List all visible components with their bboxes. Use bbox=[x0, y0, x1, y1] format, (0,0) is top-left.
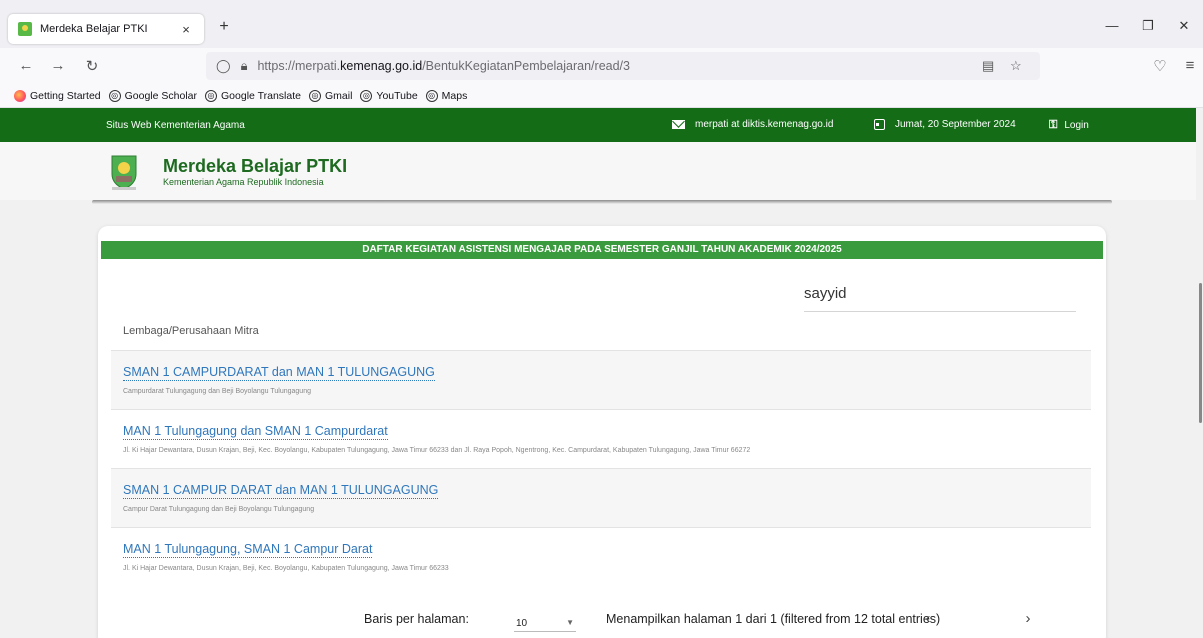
bookmarks-toolbar: Getting Started ◎ Google Scholar ◎ Google … bbox=[0, 84, 1203, 108]
new-tab-button[interactable]: + bbox=[214, 18, 234, 36]
address-bar[interactable]: ◯ 🔒︎ https://merpati.kemenag.go.id/Bentu… bbox=[206, 52, 1040, 80]
shield-icon[interactable]: ◯ bbox=[216, 58, 231, 74]
dropdown-caret-icon: ▼ bbox=[566, 618, 574, 627]
kemenag-logo[interactable] bbox=[104, 152, 144, 192]
mail-icon bbox=[672, 120, 685, 129]
rows-per-page-select[interactable]: 10 ▼ bbox=[514, 616, 576, 632]
globe-icon: ◎ bbox=[108, 89, 121, 102]
reload-icon[interactable]: ↻ bbox=[82, 57, 102, 75]
pocket-icon[interactable]: ♡ bbox=[1150, 57, 1170, 75]
bookmark-gmail[interactable]: ◎ Gmail bbox=[308, 89, 352, 102]
web-page: Situs Web Kementerian Agama merpati at d… bbox=[0, 108, 1203, 638]
partner-link[interactable]: MAN 1 Tulungagung dan SMAN 1 Campurdarat bbox=[123, 424, 388, 440]
table-row[interactable]: SMAN 1 CAMPURDARAT dan MAN 1 TULUNGAGUNG… bbox=[111, 350, 1091, 409]
column-header-partner[interactable]: Lembaga/Perusahaan Mitra bbox=[123, 325, 259, 337]
browser-tab-bar: Merdeka Belajar PTKI × + — ❐ ✕ bbox=[0, 0, 1203, 48]
bookmark-getting-started[interactable]: Getting Started bbox=[14, 89, 101, 102]
calendar-icon bbox=[874, 119, 885, 130]
site-top-bar: Situs Web Kementerian Agama merpati at d… bbox=[0, 108, 1203, 142]
globe-icon: ◎ bbox=[360, 89, 373, 102]
partner-link[interactable]: MAN 1 Tulungagung, SMAN 1 Campur Darat bbox=[123, 542, 373, 558]
partner-link[interactable]: SMAN 1 CAMPURDARAT dan MAN 1 TULUNGAGUNG bbox=[123, 365, 435, 381]
partner-address: Jl. Ki Hajar Dewantara, Dusun Krajan, Be… bbox=[123, 565, 449, 572]
page-scrollbar[interactable] bbox=[1196, 108, 1203, 638]
globe-icon: ◎ bbox=[425, 89, 438, 102]
pagination-info: Menampilkan halaman 1 dari 1 (filtered f… bbox=[606, 612, 941, 626]
site-header: Merdeka Belajar PTKI Kementerian Agama R… bbox=[0, 142, 1203, 200]
table-row[interactable]: SMAN 1 CAMPUR DARAT dan MAN 1 TULUNGAGUN… bbox=[111, 468, 1091, 527]
tab-close-icon[interactable]: × bbox=[178, 22, 194, 37]
bookmark-google-scholar[interactable]: ◎ Google Scholar bbox=[108, 89, 197, 102]
rows-per-page-label: Baris per halaman: bbox=[364, 612, 469, 626]
forward-arrow-icon[interactable]: → bbox=[48, 57, 68, 74]
next-page-icon[interactable]: › bbox=[1018, 610, 1038, 627]
search-underline bbox=[804, 311, 1076, 312]
firefox-icon bbox=[14, 89, 26, 102]
header-shadow bbox=[92, 200, 1112, 204]
back-arrow-icon[interactable]: ← bbox=[16, 57, 36, 74]
key-icon: ⚿ bbox=[1049, 119, 1058, 131]
menu-icon[interactable]: ≡ bbox=[1180, 57, 1200, 74]
site-label[interactable]: Situs Web Kementerian Agama bbox=[106, 120, 245, 131]
bookmark-maps[interactable]: ◎ Maps bbox=[425, 89, 467, 102]
previous-page-icon[interactable]: ‹ bbox=[918, 610, 938, 627]
rows-per-page-value: 10 bbox=[516, 618, 528, 629]
login-link[interactable]: ⚿ Login bbox=[1049, 119, 1089, 132]
partner-address: Campur Darat Tulungagung dan Beji Boyola… bbox=[123, 506, 315, 513]
reader-view-icon[interactable]: ▤ bbox=[982, 58, 994, 74]
card-heading: DAFTAR KEGIATAN ASISTENSI MENGAJAR PADA … bbox=[101, 241, 1103, 259]
scrollbar-thumb[interactable] bbox=[1199, 283, 1202, 423]
site-subtitle: Kementerian Agama Republik Indonesia bbox=[163, 177, 324, 187]
close-window-icon[interactable]: ✕ bbox=[1172, 18, 1196, 34]
site-favicon-icon bbox=[18, 22, 32, 36]
activity-list-card: DAFTAR KEGIATAN ASISTENSI MENGAJAR PADA … bbox=[98, 226, 1106, 638]
lock-icon[interactable]: 🔒︎ bbox=[241, 58, 248, 74]
restore-icon[interactable]: ❐ bbox=[1136, 18, 1160, 34]
url-text: https://merpati.kemenag.go.id/BentukKegi… bbox=[257, 59, 630, 73]
current-date: Jumat, 20 September 2024 bbox=[874, 119, 1016, 130]
tab-title: Merdeka Belajar PTKI bbox=[40, 23, 148, 35]
contact-email[interactable]: merpati at diktis.kemenag.go.id bbox=[672, 119, 833, 130]
partner-link[interactable]: SMAN 1 CAMPUR DARAT dan MAN 1 TULUNGAGUN… bbox=[123, 483, 439, 499]
bookmark-youtube[interactable]: ◎ YouTube bbox=[360, 89, 418, 102]
globe-icon: ◎ bbox=[205, 89, 218, 102]
globe-icon: ◎ bbox=[308, 89, 321, 102]
site-title[interactable]: Merdeka Belajar PTKI bbox=[163, 156, 347, 177]
bookmark-google-translate[interactable]: ◎ Google Translate bbox=[205, 89, 301, 102]
table-row[interactable]: MAN 1 Tulungagung, SMAN 1 Campur Darat J… bbox=[111, 527, 1091, 586]
browser-nav-bar: ← → ↻ ◯ 🔒︎ https://merpati.kemenag.go.id… bbox=[0, 48, 1203, 84]
partner-address: Campurdarat Tulungagung dan Beji Boyolan… bbox=[123, 388, 311, 395]
bookmark-star-icon[interactable]: ☆ bbox=[1010, 58, 1022, 74]
minimize-icon[interactable]: — bbox=[1100, 18, 1124, 33]
table-row[interactable]: MAN 1 Tulungagung dan SMAN 1 Campurdarat… bbox=[111, 409, 1091, 468]
partner-address: Jl. Ki Hajar Dewantara, Dusun Krajan, Be… bbox=[123, 447, 751, 454]
pagination: Baris per halaman: 10 ▼ Menampilkan hala… bbox=[98, 606, 1106, 636]
search-input[interactable]: sayyid bbox=[804, 285, 847, 302]
browser-tab[interactable]: Merdeka Belajar PTKI × bbox=[8, 14, 204, 44]
